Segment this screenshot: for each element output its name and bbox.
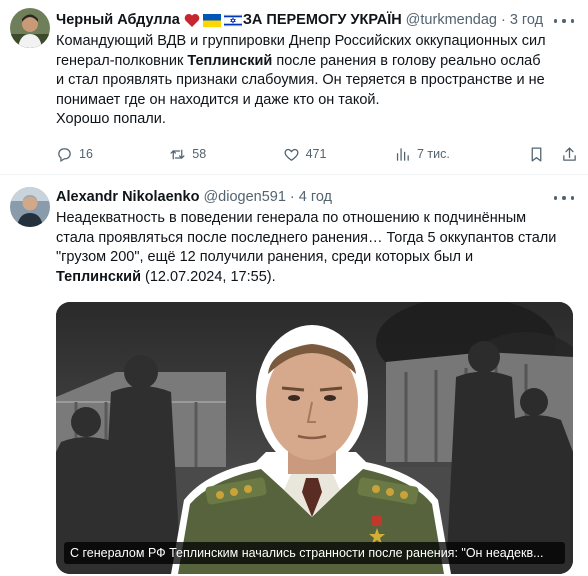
avatar[interactable] [10,187,50,227]
like-button[interactable]: 471 [283,146,394,163]
author-handle[interactable]: @turkmendag [406,10,497,30]
more-icon[interactable] [554,14,574,28]
share-icon [563,146,576,161]
avatar[interactable] [10,8,50,48]
tweet-actions: 16 58 471 7 тис. [56,144,578,164]
reply-icon [58,147,71,162]
views-button[interactable]: 7 тис. [394,146,490,163]
author-handle[interactable]: @diogen591 [203,187,285,207]
like-count: 471 [305,147,327,161]
tweet-text: Командующий ВДВ и группировки Днепр Росс… [56,33,546,127]
retweet-button[interactable]: 58 [169,146,282,163]
media-caption: С генералом РФ Теплинским начались стран… [64,542,565,564]
media-image[interactable] [56,302,573,574]
retweet-icon [170,149,185,159]
views-count: 7 тис. [416,147,450,161]
retweet-count: 58 [192,147,207,161]
tweet-text: Неадекватность в поведении генерала по о… [56,210,557,285]
tweet-time[interactable]: 3 год [510,10,543,30]
like-icon [284,148,299,161]
mention-bold: Теплинский [187,52,273,69]
views-icon [396,147,409,161]
tweet-header: Черный Абдулла ЗА ПЕРЕМОГУ УКРАЇН @turkm… [56,10,544,30]
reply-button[interactable]: 16 [56,146,169,163]
tweet-time[interactable]: 4 год [299,187,332,207]
more-icon[interactable] [554,191,574,205]
reply-count: 16 [79,147,93,161]
author-name[interactable]: Alexandr Nikolaenko [56,187,199,207]
author-name-suffix: ЗА ПЕРЕМОГУ УКРАЇН [242,12,402,28]
heart-emoji [184,13,200,28]
mention-bold: Теплинский [56,268,141,285]
tweet-1[interactable]: Черный Абдулла ЗА ПЕРЕМОГУ УКРАЇН @turkm… [0,0,588,175]
media-card[interactable]: С генералом РФ Теплинским начались стран… [56,302,573,574]
bookmark-icon [531,146,542,162]
tweet-header: Alexandr Nikolaenko @diogen591 · 4 год [56,187,333,207]
israel-flag-icon [223,13,242,27]
ukraine-flag-icon [202,13,221,27]
bookmark-button[interactable] [528,146,545,163]
share-button[interactable] [561,146,578,163]
author-name[interactable]: Черный Абдулла [56,10,180,30]
